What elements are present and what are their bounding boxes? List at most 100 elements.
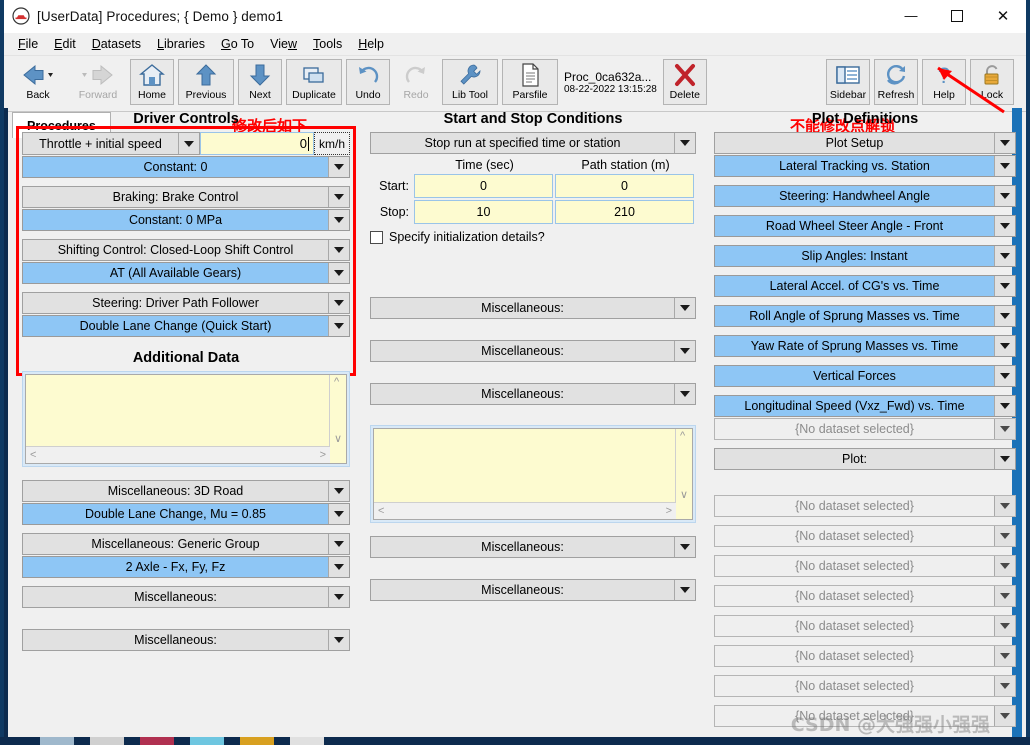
maximize-icon[interactable] <box>934 0 980 32</box>
toolbar-back-label: Back <box>26 89 50 101</box>
toolbar-forward-button[interactable]: Forward <box>70 59 126 105</box>
taskbar-item[interactable] <box>90 737 124 745</box>
steering-mode-dropdown[interactable]: Steering: Driver Path Follower <box>22 292 350 314</box>
start-stop-textarea-inner[interactable]: ^ ∨ < > <box>373 428 693 520</box>
empty-row-2-dropdown[interactable]: {No dataset selected} <box>714 555 1016 577</box>
initialization-checkbox-row[interactable]: Specify initialization details? <box>370 230 696 244</box>
start-time-input[interactable]: 0 <box>414 174 553 198</box>
scroll-up-icon[interactable]: ^ <box>334 377 339 388</box>
toolbar-libtool-button[interactable]: Lib Tool <box>442 59 498 105</box>
plot-row-8-dropdown[interactable]: Longitudinal Speed (Vxz_Fwd) vs. Time <box>714 395 1016 417</box>
misc-generic-group-dropdown[interactable]: Miscellaneous: Generic Group <box>22 533 350 555</box>
plot-row-1-dropdown[interactable]: Steering: Handwheel Angle <box>714 185 1016 207</box>
throttle-mode-dropdown[interactable]: Throttle + initial speed <box>22 132 200 155</box>
misc-empty-a1-dropdown[interactable]: Miscellaneous: <box>22 586 350 608</box>
textarea-vertical-scrollbar[interactable]: ^ ∨ <box>329 375 346 447</box>
misc-b4-dropdown[interactable]: Miscellaneous: <box>370 536 696 558</box>
chevron-down-icon <box>328 210 349 230</box>
shifting-mode-dropdown[interactable]: Shifting Control: Closed-Loop Shift Cont… <box>22 239 350 261</box>
plot-row-5-dropdown[interactable]: Roll Angle of Sprung Masses vs. Time <box>714 305 1016 327</box>
toolbar-back-button[interactable]: Back <box>10 59 66 105</box>
toolbar-undo-button[interactable]: Undo <box>346 59 390 105</box>
taskbar-item[interactable] <box>40 737 74 745</box>
plot-row-3-dropdown[interactable]: Slip Angles: Instant <box>714 245 1016 267</box>
toolbar-duplicate-button[interactable]: Duplicate <box>286 59 342 105</box>
minimize-icon[interactable]: — <box>888 0 934 32</box>
steering-path-dropdown[interactable]: Double Lane Change (Quick Start) <box>22 315 350 337</box>
throttle-constant-dropdown[interactable]: Constant: 0 <box>22 156 350 178</box>
misc-b3-dropdown[interactable]: Miscellaneous: <box>370 383 696 405</box>
initialization-checkbox[interactable] <box>370 230 383 244</box>
toolbar-next-button[interactable]: Next <box>238 59 282 105</box>
axle-forces-dropdown[interactable]: 2 Axle - Fx, Fy, Fz <box>22 556 350 578</box>
toolbar-sidebar-button[interactable]: Sidebar <box>826 59 870 105</box>
scroll-up-icon[interactable]: ^ <box>680 431 685 442</box>
misc-b2-dropdown[interactable]: Miscellaneous: <box>370 340 696 362</box>
additional-data-textarea-inner[interactable]: ^ ∨ < > <box>25 374 347 464</box>
toolbar-redo-button[interactable]: Redo <box>394 59 438 105</box>
stop-time-input[interactable]: 10 <box>414 200 553 224</box>
toolbar-delete-button[interactable]: Delete <box>662 59 707 105</box>
plot-row-9-dropdown[interactable]: {No dataset selected} <box>714 418 1016 440</box>
toolbar-refresh-button[interactable]: Refresh <box>874 59 918 105</box>
menu-item-help[interactable]: Help <box>350 35 392 53</box>
stop-mode-dropdown[interactable]: Stop run at specified time or station <box>370 132 696 154</box>
empty-row-6-dropdown[interactable]: {No dataset selected} <box>714 675 1016 697</box>
toolbar-home-button[interactable]: Home <box>130 59 174 105</box>
empty-row-5-dropdown[interactable]: {No dataset selected} <box>714 645 1016 667</box>
empty-row-4-dropdown[interactable]: {No dataset selected} <box>714 615 1016 637</box>
road-dataset-dropdown[interactable]: Double Lane Change, Mu = 0.85 <box>22 503 350 525</box>
empty-row-1-dropdown[interactable]: {No dataset selected} <box>714 525 1016 547</box>
stop-station-input[interactable]: 210 <box>555 200 694 224</box>
scroll-left-icon[interactable]: < <box>30 450 36 461</box>
close-icon[interactable]: ✕ <box>980 0 1026 32</box>
menu-item-datasets[interactable]: Datasets <box>84 35 149 53</box>
misc-empty-a2-dropdown[interactable]: Miscellaneous: <box>22 629 350 651</box>
menu-item-tools[interactable]: Tools <box>305 35 350 53</box>
empty-row-3-dropdown[interactable]: {No dataset selected} <box>714 585 1016 607</box>
misc-b5-dropdown[interactable]: Miscellaneous: <box>370 579 696 601</box>
plot-combo-dropdown[interactable]: Plot: <box>714 448 1016 470</box>
shifting-gears-dropdown[interactable]: AT (All Available Gears) <box>22 262 350 284</box>
plot-setup-dropdown[interactable]: Plot Setup <box>714 132 1016 154</box>
start-stop-textarea[interactable]: ^ ∨ < > <box>370 425 696 523</box>
toolbar-parsfile-button[interactable]: Parsfile <box>502 59 558 105</box>
menu-item-goto[interactable]: Go To <box>213 35 262 53</box>
scroll-right-icon[interactable]: > <box>666 506 672 517</box>
taskbar-item[interactable] <box>290 737 324 745</box>
toolbar-previous-button[interactable]: Previous <box>178 59 234 105</box>
menu-item-edit[interactable]: Edit <box>46 35 84 53</box>
menu-item-libraries[interactable]: Libraries <box>149 35 213 53</box>
empty-row-0-dropdown[interactable]: {No dataset selected} <box>714 495 1016 517</box>
scroll-down-icon[interactable]: ∨ <box>334 434 342 445</box>
braking-mode-dropdown[interactable]: Braking: Brake Control <box>22 186 350 208</box>
menu-item-file[interactable]: FFileile <box>10 35 46 53</box>
scroll-down-icon[interactable]: ∨ <box>680 490 688 501</box>
taskbar-item[interactable] <box>240 737 274 745</box>
toolbar-help-button[interactable]: ? Help <box>922 59 966 105</box>
initial-speed-input[interactable]: 0 <box>200 132 314 155</box>
plot-row-0-dropdown[interactable]: Lateral Tracking vs. Station <box>714 155 1016 177</box>
toolbar-lock-button[interactable]: Lock <box>970 59 1014 105</box>
taskbar-item[interactable] <box>190 737 224 745</box>
plot-row-6-dropdown[interactable]: Yaw Rate of Sprung Masses vs. Time <box>714 335 1016 357</box>
scroll-right-icon[interactable]: > <box>320 450 326 461</box>
scroll-left-icon[interactable]: < <box>378 506 384 517</box>
taskbar-item[interactable] <box>140 737 174 745</box>
plot-row-2-dropdown[interactable]: Road Wheel Steer Angle - Front <box>714 215 1016 237</box>
textarea-vertical-scrollbar[interactable]: ^ ∨ <box>675 429 692 503</box>
misc-b1-dropdown[interactable]: Miscellaneous: <box>370 297 696 319</box>
textarea-horizontal-scrollbar[interactable]: < > <box>374 502 676 519</box>
chevron-down-icon <box>994 556 1015 576</box>
misc-empty-a1-label: Miscellaneous: <box>134 590 217 604</box>
menu-item-view[interactable]: View <box>262 35 305 53</box>
braking-constant-dropdown[interactable]: Constant: 0 MPa <box>22 209 350 231</box>
misc-3d-road-dropdown[interactable]: Miscellaneous: 3D Road <box>22 480 350 502</box>
plot-row-7-dropdown[interactable]: Vertical Forces <box>714 365 1016 387</box>
refresh-icon <box>883 60 909 90</box>
forward-arrow-icon <box>78 60 118 90</box>
start-station-input[interactable]: 0 <box>555 174 694 198</box>
additional-data-textarea[interactable]: ^ ∨ < > <box>22 371 350 467</box>
plot-row-4-dropdown[interactable]: Lateral Accel. of CG's vs. Time <box>714 275 1016 297</box>
textarea-horizontal-scrollbar[interactable]: < > <box>26 446 330 463</box>
